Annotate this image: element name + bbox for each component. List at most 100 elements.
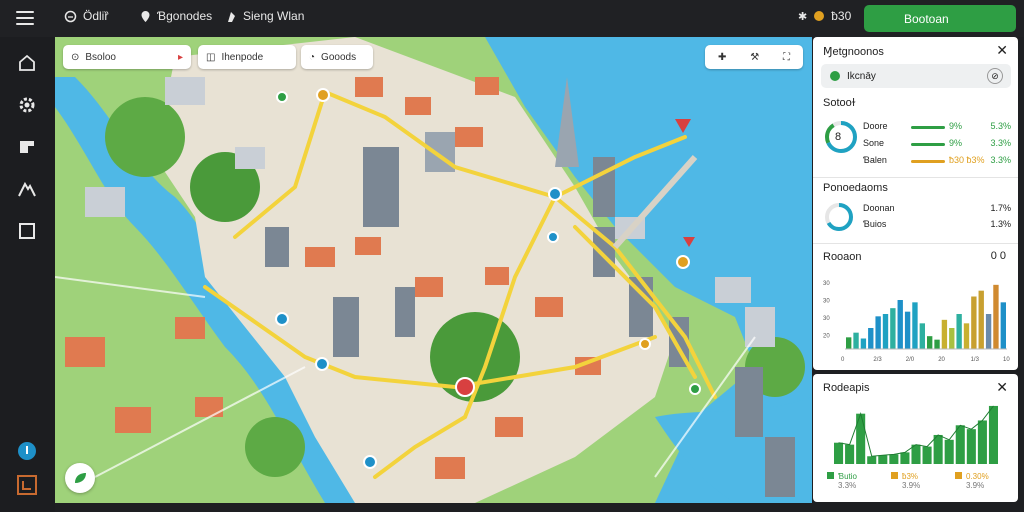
map-pill-3-label: Gooods xyxy=(321,51,357,63)
chart-bar xyxy=(988,405,998,464)
details-panel-title: Ɱetgnoonos xyxy=(823,46,884,58)
y-tick-label: 30 xyxy=(823,299,830,305)
panel-icon[interactable] xyxy=(17,221,37,241)
chart-bar xyxy=(878,455,888,464)
gear-icon[interactable] xyxy=(17,95,37,115)
layer-icon: ◔ xyxy=(309,51,316,63)
legend-sub: 3.9% xyxy=(966,481,985,490)
close-icon[interactable]: ✕ xyxy=(996,379,1008,396)
section2-title: Ponoedaoms xyxy=(823,182,888,194)
topbar-item-1[interactable]: Ödliȑ xyxy=(64,9,108,23)
chart-bar xyxy=(867,456,877,464)
metric-label: Ɓalen xyxy=(863,155,887,165)
marker-pin[interactable] xyxy=(316,88,330,102)
legend-label: ƀ3% xyxy=(902,472,919,481)
leaf-icon xyxy=(75,473,86,483)
marker-pin[interactable] xyxy=(315,357,329,371)
chart-bar xyxy=(927,336,933,349)
chart-bar xyxy=(1000,302,1006,349)
chart-bar xyxy=(846,337,852,349)
marker-pin[interactable] xyxy=(363,455,377,469)
map-controls: ✚ ⚒ ⛶ xyxy=(705,45,803,69)
tools-icon[interactable]: ⚒ xyxy=(750,52,759,63)
home-icon[interactable] xyxy=(17,53,37,73)
coin-icon xyxy=(814,11,825,21)
search-field[interactable]: Ikcnāy ⊘ xyxy=(821,64,1011,88)
chart-bar xyxy=(922,446,932,464)
metric-bar xyxy=(911,160,945,163)
chart-bar xyxy=(949,328,955,349)
marker-pin[interactable] xyxy=(548,187,562,201)
leaf-icon xyxy=(830,71,840,81)
chart-bar xyxy=(977,420,987,464)
metric-row: Ɓalen ƀ30 ƀ3% 3.3% xyxy=(863,155,1011,169)
search-icon: ⊙ xyxy=(71,51,80,63)
chart-bar xyxy=(853,332,859,349)
chart-bar xyxy=(966,429,976,464)
x-tick-label: 2/0 xyxy=(906,357,915,363)
marker-pin[interactable] xyxy=(275,312,289,326)
chart-bar xyxy=(978,290,984,349)
marker-pin[interactable] xyxy=(276,91,288,103)
close-icon[interactable]: ✕ xyxy=(996,42,1008,59)
section3-title: Rooaon xyxy=(823,251,862,263)
metric-row: Sone 9% 3.3% xyxy=(863,138,1011,152)
chart-bar xyxy=(897,300,903,349)
chart-bar xyxy=(845,444,855,464)
legend-item: Ɓutio 3.3% xyxy=(827,472,887,490)
legend-sub: 3.3% xyxy=(838,481,857,490)
divider xyxy=(813,177,1018,178)
map-layer-pill[interactable]: ◔ Gooods xyxy=(301,45,373,69)
status-value: ƀ30 xyxy=(831,9,852,23)
toggle-icon[interactable]: ▸ xyxy=(178,52,183,63)
legend-item: ƀ3% 3.9% xyxy=(891,472,951,490)
settings-icon[interactable]: ✱ xyxy=(798,10,807,23)
info-icon[interactable] xyxy=(17,441,37,461)
bar-chart-2 xyxy=(834,405,998,464)
marker-pin[interactable] xyxy=(455,377,475,397)
map-canvas[interactable] xyxy=(55,37,812,503)
locate-button[interactable] xyxy=(65,463,95,493)
marker-pin[interactable] xyxy=(689,383,701,395)
y-tick-label: 30 xyxy=(823,281,830,287)
marker-pin[interactable] xyxy=(547,231,559,243)
map-view[interactable]: ⊙ Bsoloo ▸ ◫ Ihenpode ◔ Gooods ✚ ⚒ ⛶ xyxy=(55,37,812,503)
topbar-item-3[interactable]: Sieng Wlan xyxy=(226,9,304,23)
map-search-pill[interactable]: ⊙ Bsoloo ▸ xyxy=(63,45,191,69)
route-icon xyxy=(228,11,235,22)
smile-icon xyxy=(64,10,77,22)
section1-title: Sotooɫ xyxy=(823,97,856,109)
marker-pin[interactable] xyxy=(639,338,651,350)
pin-icon xyxy=(141,10,150,22)
export-icon[interactable] xyxy=(17,475,37,495)
x-tick-label: 0 xyxy=(841,357,845,363)
chart-bar xyxy=(889,454,899,464)
chart-bar xyxy=(941,319,948,349)
metric-value: 1.3% xyxy=(990,219,1011,229)
chart-bar xyxy=(993,284,999,349)
primary-action-button[interactable]: Bootoan xyxy=(864,5,1016,32)
zoom-in-icon[interactable]: ✚ xyxy=(718,52,726,63)
map-pill-2-label: Ihenpode xyxy=(221,51,264,63)
clear-icon[interactable]: ⊘ xyxy=(987,68,1003,84)
section3-value: 0 0 xyxy=(990,250,1006,262)
metric-pct: 9% xyxy=(949,121,963,131)
marker-pin[interactable] xyxy=(676,255,690,269)
legend-swatch xyxy=(827,472,834,479)
map-filter-pill[interactable]: ◫ Ihenpode xyxy=(198,45,296,69)
details-panel: Ɱetgnoonos ✕ Ikcnāy ⊘ Sotooɫ 8 Doore 9% 5.… xyxy=(813,37,1018,370)
layers-icon[interactable] xyxy=(17,137,37,157)
gauge-chart xyxy=(825,203,853,231)
metric-pct: ƀ30 ƀ3% xyxy=(949,155,985,165)
chart-bar xyxy=(963,323,970,349)
topbar-item-2[interactable]: Ɓgonodes xyxy=(140,9,212,23)
menu-icon[interactable] xyxy=(16,11,34,25)
fullscreen-icon[interactable]: ⛶ xyxy=(783,52,790,63)
report-panel: Rodeapis ✕ Ɓutio 3.3% ƀ3% 3.9% 0.30% 3.9% xyxy=(813,374,1018,502)
x-tick-label: 10 xyxy=(1003,357,1010,363)
metric-pct: 9% xyxy=(949,138,963,148)
chart-bar xyxy=(875,316,881,349)
terrain-icon[interactable] xyxy=(17,179,37,199)
search-field-value: Ikcnāy xyxy=(847,70,876,82)
y-tick-label: 20 xyxy=(823,334,830,340)
